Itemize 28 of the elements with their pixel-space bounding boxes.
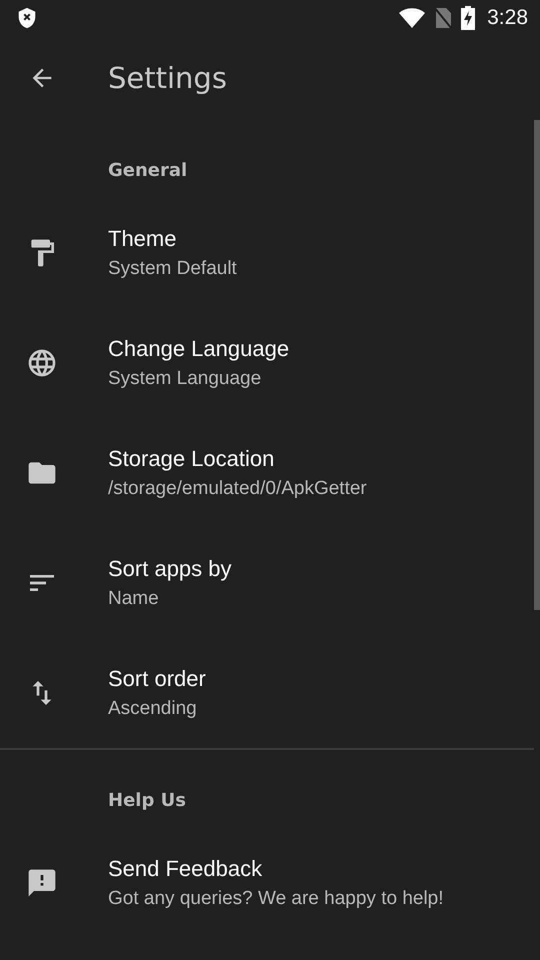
wifi-icon [399, 8, 426, 28]
settings-item[interactable]: Storage Location /storage/emulated/0/ApkGetter [0, 418, 534, 528]
setting-summary: Name [108, 588, 160, 610]
settings-item[interactable]: Change Language System Language [0, 308, 534, 418]
setting-title: Theme [108, 226, 178, 252]
settings-item[interactable]: Sort apps by Name [0, 528, 534, 638]
section-header: Help Us [107, 789, 187, 813]
setting-title: Send Feedback [108, 856, 264, 882]
settings-item[interactable]: Sort order Ascending [0, 638, 534, 748]
screen-title: Settings [108, 61, 227, 95]
setting-title: Sort order [108, 666, 206, 692]
setting-summary: System Language [108, 368, 262, 390]
setting-summary: /storage/emulated/0/ApkGetter [108, 478, 367, 500]
globe-icon [26, 347, 58, 379]
feedback-icon [26, 867, 58, 899]
setting-summary: Ascending [108, 698, 198, 720]
battery-charging-icon [461, 6, 476, 30]
setting-title: Change Language [108, 336, 290, 362]
settings-item[interactable]: Send Feedback Got any queries? We are happy to help! [0, 828, 534, 938]
setting-summary: System Default [108, 258, 237, 280]
shield-icon [16, 7, 38, 29]
section-header: General [107, 159, 188, 183]
setting-title: Sort apps by [108, 556, 232, 582]
setting-summary: Got any queries? We are happy to help! [108, 888, 444, 910]
setting-title: Storage Location [108, 446, 276, 472]
settings-item[interactable]: Theme System Default [0, 198, 534, 308]
no-sim-icon [433, 7, 454, 29]
clock-time: 3:28 [487, 6, 528, 30]
